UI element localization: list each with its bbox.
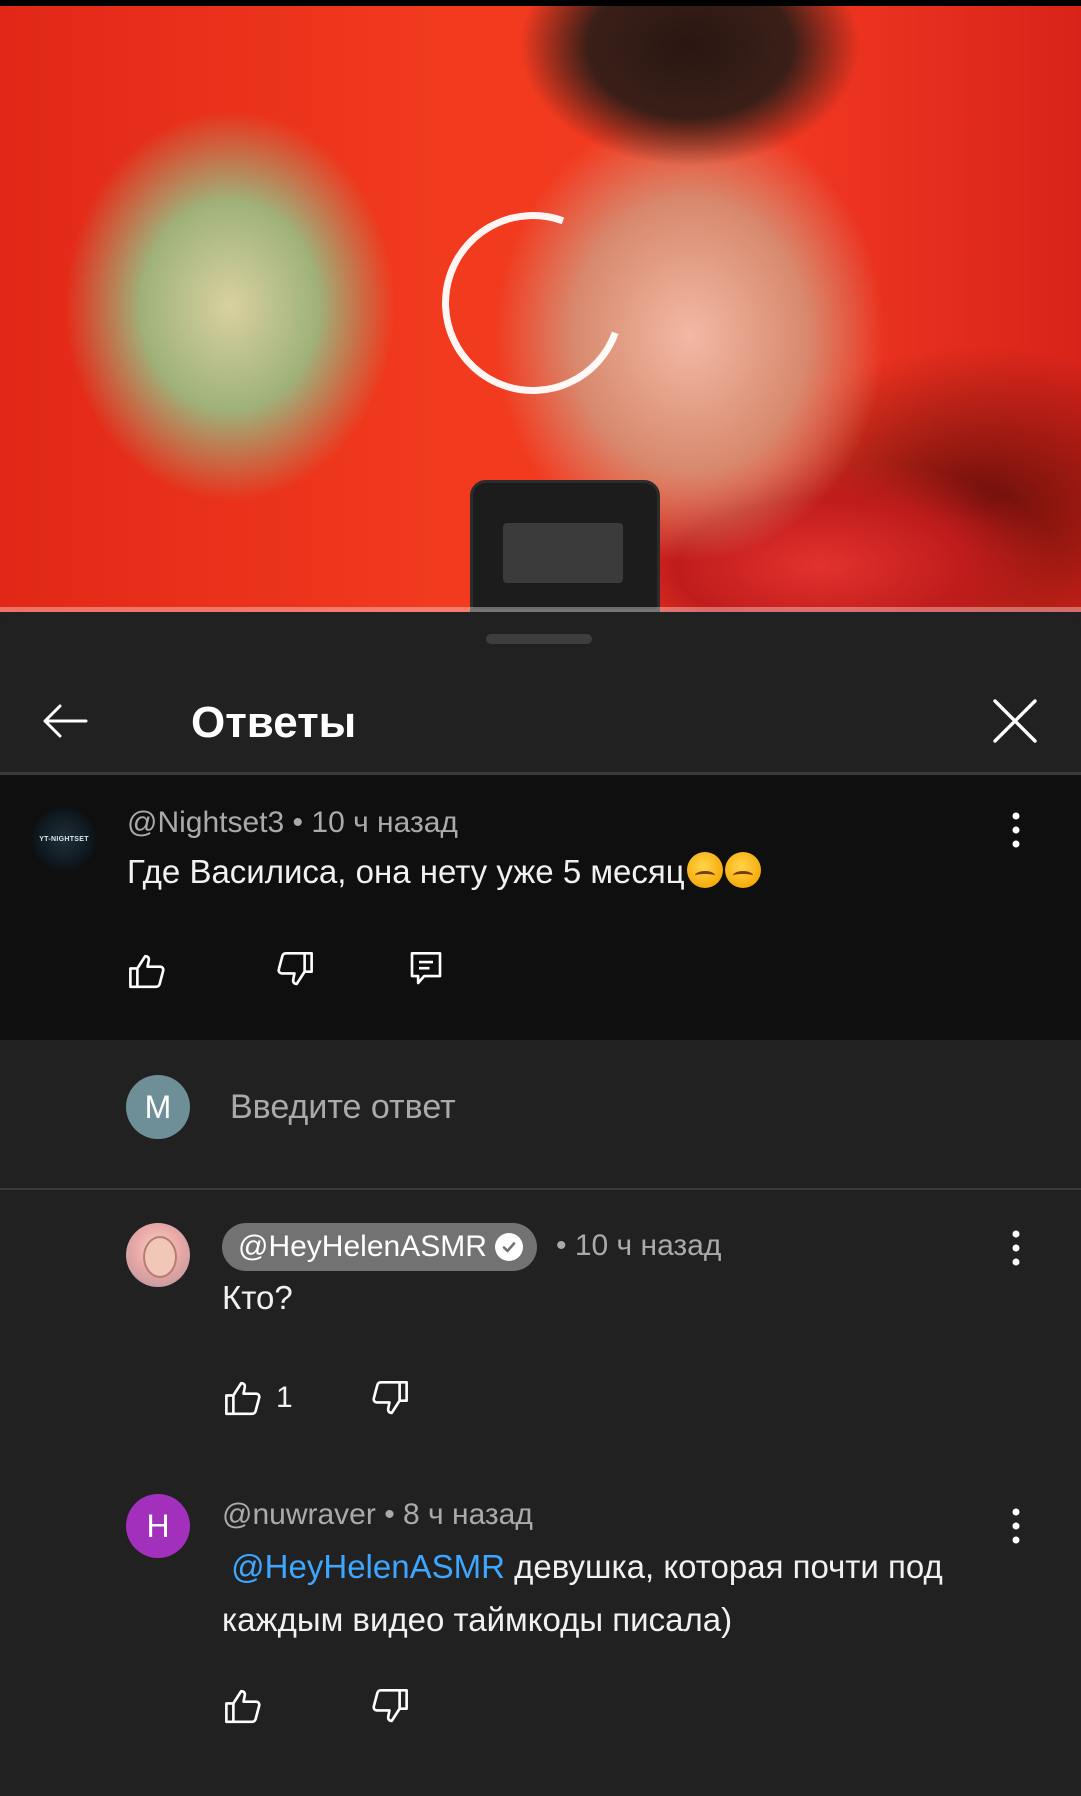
like-button[interactable] bbox=[222, 1685, 264, 1727]
panel-title: Ответы bbox=[191, 698, 357, 747]
reply-button[interactable] bbox=[405, 948, 447, 990]
close-icon bbox=[993, 699, 1037, 743]
avatar[interactable]: YT-NIGHTSET bbox=[32, 807, 96, 871]
comment-time: • 10 ч назад bbox=[556, 1229, 722, 1262]
comment-text: Кто? bbox=[222, 1279, 293, 1316]
like-button[interactable] bbox=[126, 950, 168, 992]
mention-link[interactable]: @HeyHelenASMR bbox=[231, 1548, 505, 1585]
like-count: 1 bbox=[276, 1381, 293, 1414]
reply-input[interactable] bbox=[230, 1078, 930, 1136]
like-button[interactable]: 1 bbox=[222, 1377, 293, 1419]
parent-comment: YT-NIGHTSET @Nightset3 • 10 ч назад Где … bbox=[0, 775, 1081, 1040]
reply-item: H @nuwraver • 8 ч назад @HeyHelenASMR де… bbox=[0, 1492, 1081, 1782]
more-options-button[interactable] bbox=[996, 1498, 1036, 1554]
thumbs-down-icon bbox=[372, 1688, 408, 1723]
comment-author: @HeyHelenASMR bbox=[238, 1230, 487, 1263]
comment-author[interactable]: @nuwraver bbox=[222, 1498, 376, 1531]
avatar[interactable]: H bbox=[126, 1494, 190, 1558]
dislike-button[interactable] bbox=[369, 1377, 411, 1419]
more-options-button[interactable] bbox=[996, 802, 1036, 858]
author-chip[interactable]: @HeyHelenASMR bbox=[222, 1223, 537, 1271]
divider bbox=[0, 1188, 1081, 1190]
reply-comment-icon bbox=[410, 951, 442, 985]
drag-handle[interactable] bbox=[486, 634, 592, 644]
video-player[interactable] bbox=[0, 0, 1081, 612]
back-button[interactable] bbox=[30, 686, 100, 756]
more-vert-icon bbox=[1012, 1230, 1020, 1266]
thumbs-down-icon bbox=[372, 1380, 408, 1415]
panel-header: Ответы bbox=[0, 662, 1081, 772]
more-vert-icon bbox=[1012, 812, 1020, 848]
comment-time: • 8 ч назад bbox=[384, 1498, 533, 1531]
avatar-letter: M bbox=[144, 1088, 172, 1125]
more-vert-icon bbox=[1012, 1508, 1020, 1544]
user-avatar: M bbox=[126, 1075, 190, 1139]
thumbs-down-icon bbox=[277, 951, 313, 986]
replies-panel: Ответы YT-NIGHTSET @Nightset3 • 10 ч наз… bbox=[0, 612, 1081, 1796]
verified-check-icon bbox=[494, 1233, 523, 1261]
sad-face-emoji-icon bbox=[686, 852, 723, 888]
dislike-button[interactable] bbox=[274, 948, 316, 990]
comment-text: Где Василиса, она нету уже 5 месяц bbox=[127, 845, 761, 898]
thumbs-up-icon bbox=[225, 1689, 261, 1724]
reply-input-row: M bbox=[0, 1040, 1081, 1172]
audio-recorder-image bbox=[470, 480, 660, 612]
dislike-button[interactable] bbox=[369, 1685, 411, 1727]
comment-time: • 10 ч назад bbox=[292, 806, 458, 839]
grimace-face-emoji-icon bbox=[724, 852, 761, 888]
more-options-button[interactable] bbox=[996, 1220, 1036, 1276]
close-button[interactable] bbox=[980, 686, 1050, 756]
avatar-letter: H bbox=[146, 1507, 170, 1544]
comment-author[interactable]: @Nightset3 bbox=[127, 806, 284, 839]
thumbs-up-icon bbox=[225, 1381, 261, 1416]
thumbs-up-icon bbox=[129, 954, 165, 989]
comment-text: @HeyHelenASMR девушка, которая почти под… bbox=[222, 1548, 943, 1638]
arrow-left-icon bbox=[43, 704, 88, 738]
avatar[interactable] bbox=[126, 1223, 190, 1287]
avatar-text: YT-NIGHTSET bbox=[39, 835, 89, 843]
reply-item: @HeyHelenASMR • 10 ч назад Кто? 1 bbox=[0, 1223, 1081, 1443]
